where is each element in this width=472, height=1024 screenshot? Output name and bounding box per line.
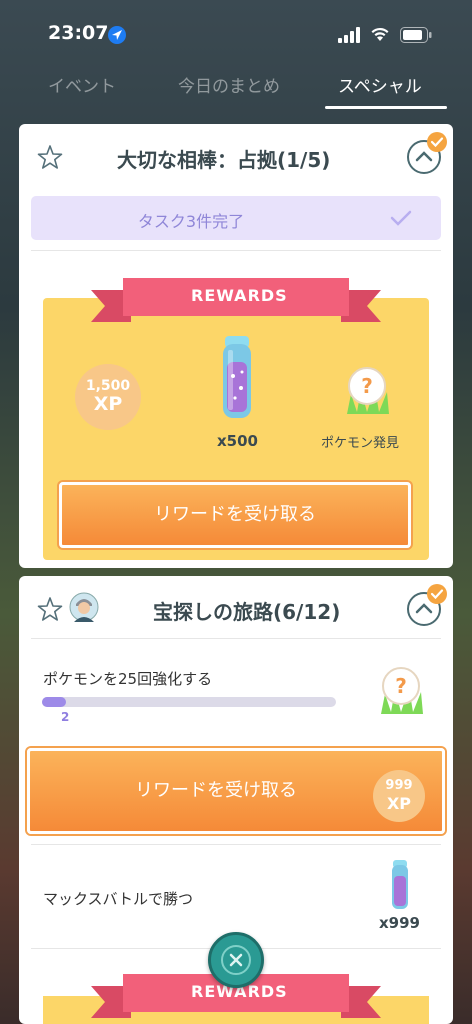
status-time: 23:07 [48,22,109,44]
tab-daily-summary[interactable]: 今日のまとめ [178,72,280,97]
encounter-question-icon: ? [347,367,389,414]
research-card-1: 大切な相棒：占拠(1/5) タスク3件完了 REWARDS 1,500 XP x… [19,124,453,568]
xp-reward: 1,500 XP [75,364,141,430]
tab-bar: イベント 今日のまとめ スペシャル [0,68,472,109]
close-icon [221,945,251,975]
encounter-label: ポケモン発見 [321,436,400,451]
encounter-question-icon: ? [381,667,423,714]
cellular-signal-icon [338,27,360,43]
xp-value: 1,500 [85,378,131,394]
xp-value: 999 [385,778,413,793]
location-arrow-icon [108,26,126,44]
star-piece-icon [223,336,251,418]
divider [31,250,441,251]
card-title: 大切な相棒：占拠(1/5) [117,148,331,172]
svg-text:?: ? [361,374,373,398]
rewards-label: REWARDS [191,286,288,305]
item-count: x500 [217,432,258,450]
xp-unit: XP [93,393,123,415]
status-bar: 23:07 [0,0,472,68]
task-progress-bar [42,697,336,707]
card-title: 宝探しの旅路(6/12) [153,600,341,624]
wifi-icon [371,27,389,41]
tasks-complete-text: タスク3件完了 [137,212,245,231]
battery-icon [400,27,432,43]
completed-check-icon [427,132,447,152]
tasks-complete-bar: タスク3件完了 [31,196,441,240]
xp-unit: XP [386,794,412,813]
divider [31,638,441,639]
task-text: マックスバトルで勝つ [43,890,194,908]
close-button[interactable] [208,932,264,988]
favorite-star-icon[interactable] [37,144,63,170]
check-icon [390,210,412,226]
tab-special[interactable]: スペシャル [338,72,422,97]
professor-avatar-icon [69,592,99,622]
item-count: x999 [379,914,420,932]
star-piece-icon [392,860,408,909]
task-progress-value: 2 [61,710,70,724]
divider [31,844,441,845]
active-tab-indicator [325,106,447,109]
tab-event[interactable]: イベント [48,72,116,97]
favorite-star-icon[interactable] [37,596,63,622]
rewards-panel: REWARDS 1,500 XP x500 ? ポケモン発見 リワードを受け取る [43,278,429,560]
claim-reward-button[interactable]: リワードを受け取る [59,482,411,548]
xp-reward: 999 XP [373,770,425,822]
task-text: ポケモンを25回強化する [43,670,213,688]
task-progress-fill [42,697,66,707]
completed-check-icon [427,584,447,604]
svg-text:?: ? [395,674,407,698]
claim-reward-label: リワードを受け取る [135,780,297,801]
